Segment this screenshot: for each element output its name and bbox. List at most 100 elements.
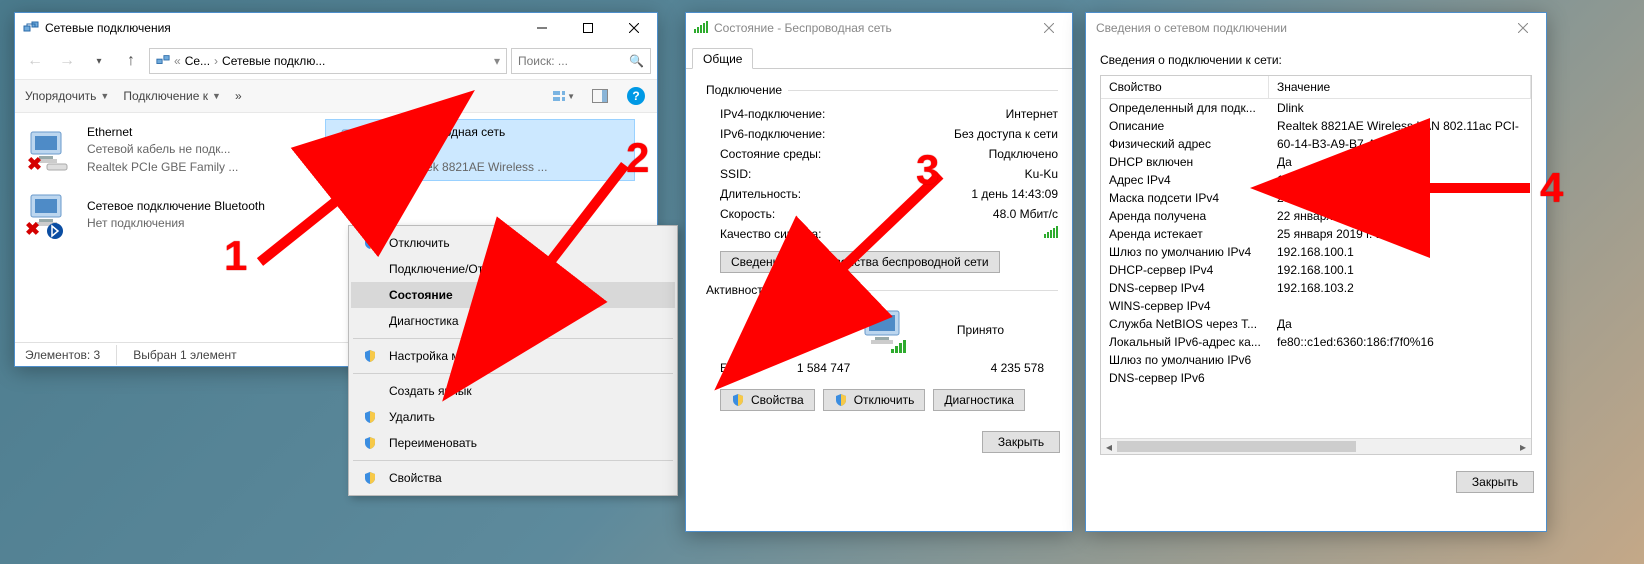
close-button[interactable] [1500,13,1546,43]
table-row[interactable]: Физический адрес60-14-B3-A9-B7-A9 [1101,135,1531,153]
help-button[interactable]: ? [625,85,647,107]
preview-pane-button[interactable] [589,85,611,107]
breadcrumb-item[interactable]: Се... [185,54,210,68]
label-ipv6: IPv6-подключение: [720,125,825,143]
cell-value: 60-14-B3-A9-B7-A9 [1269,135,1531,153]
breadcrumb-item[interactable]: Сетевые подклю... [222,54,325,68]
menu-bridge[interactable]: Настройка моста [351,343,675,369]
scroll-left-icon[interactable]: ◂ [1101,439,1117,455]
nav-recent-button[interactable]: ▾ [85,47,113,75]
tab-general[interactable]: Общие [692,48,753,69]
status-selection: Выбран 1 элемент [133,348,236,362]
address-bar-row: ← → ▾ ↑ « Се... › Сетевые подклю... ▾ По… [15,43,657,79]
cell-property: Маска подсети IPv4 [1101,189,1269,207]
window-title: Сетевые подключения [45,21,519,35]
context-menu: Отключить Подключение/Отключение Состоян… [348,225,678,496]
table-row[interactable]: Адрес IPv4192.168.100.8 [1101,171,1531,189]
titlebar[interactable]: Сведения о сетевом подключении [1086,13,1546,43]
scroll-right-icon[interactable]: ▸ [1515,439,1531,455]
window-title: Состояние - Беспроводная сеть [714,21,1026,35]
value-media: Подключено [989,145,1058,163]
label-speed: Скорость: [720,205,775,223]
organize-menu[interactable]: Упорядочить ▼ [25,89,109,103]
col-value[interactable]: Значение [1269,76,1531,98]
table-row[interactable]: Служба NetBIOS через T...Да [1101,315,1531,333]
connection-wifi[interactable]: Беспроводная сеть Ku-Ku Realtek 8821AE W… [325,119,635,181]
connection-bluetooth[interactable]: ✖ Сетевое подключение Bluetooth Нет подк… [15,187,325,243]
menu-disable[interactable]: Отключить [351,230,675,256]
menu-status[interactable]: Состояние [351,282,675,308]
table-row[interactable]: Определенный для подк...Dlink [1101,99,1531,117]
titlebar[interactable]: Сетевые подключения [15,13,657,43]
shield-icon [731,393,745,407]
details-button[interactable]: Сведения... [720,251,807,273]
address-bar[interactable]: « Се... › Сетевые подклю... ▾ [149,48,507,74]
connect-to-menu[interactable]: Подключение к ▼ [123,89,221,103]
value-ssid: Ku-Ku [1025,165,1058,183]
menu-shortcut[interactable]: Создать ярлык [351,378,675,404]
svg-text:✖: ✖ [25,219,40,239]
window-title: Сведения о сетевом подключении [1096,21,1500,35]
annotation-3: 3 [916,146,939,194]
menu-diagnose[interactable]: Диагностика [351,308,675,334]
cell-value: Dlink [1269,99,1531,117]
details-heading: Сведения о подключении к сети: [1086,43,1546,71]
table-row[interactable]: DHCP включенДа [1101,153,1531,171]
scroll-thumb[interactable] [1117,441,1356,452]
tab-strip: Общие [686,43,1072,69]
toolbar-more[interactable]: » [235,89,242,103]
cell-value: Да [1269,315,1531,333]
shield-icon [834,393,848,407]
table-row[interactable]: DNS-сервер IPv6 [1101,369,1531,387]
table-row[interactable]: Шлюз по умолчанию IPv6 [1101,351,1531,369]
table-header: Свойство Значение [1101,76,1531,99]
cell-value: fe80::c1ed:6360:186:f7f0%16 [1269,333,1531,351]
menu-delete[interactable]: Удалить [351,404,675,430]
table-row[interactable]: WINS-сервер IPv4 [1101,297,1531,315]
menu-connect[interactable]: Подключение/Отключение [351,256,675,282]
shield-icon [361,436,379,450]
table-row[interactable]: Маска подсети IPv4255.255.255.0 [1101,189,1531,207]
connection-ethernet[interactable]: ✖ Ethernet Сетевой кабель не подк... Rea… [15,119,325,181]
horizontal-scrollbar[interactable]: ◂ ▸ [1101,438,1531,454]
table-row[interactable]: Аренда истекает25 января 2019 г. 12:49:3… [1101,225,1531,243]
wireless-properties-button[interactable]: Свойства беспроводной сети [815,251,1000,273]
cell-value: 192.168.100.1 [1269,261,1531,279]
maximize-button[interactable] [565,13,611,43]
table-row[interactable]: Шлюз по умолчанию IPv4192.168.100.1 [1101,243,1531,261]
table-row[interactable]: ОписаниеRealtek 8821AE Wireless LAN 802.… [1101,117,1531,135]
connection-name: Беспроводная сеть [398,124,547,141]
view-options-button[interactable]: ▼ [553,85,575,107]
table-row[interactable]: Локальный IPv6-адрес ка...fe80::c1ed:636… [1101,333,1531,351]
table-row[interactable]: DHCP-сервер IPv4192.168.100.1 [1101,261,1531,279]
status-count: Элементов: 3 [25,348,100,362]
diagnose-button[interactable]: Диагностика [933,389,1025,411]
menu-properties[interactable]: Свойства [351,465,675,491]
table-row[interactable]: Аренда получена22 января 2019 г. 22:23:3… [1101,207,1531,225]
cell-value: 192.168.103.2 [1269,279,1531,297]
titlebar[interactable]: Состояние - Беспроводная сеть [686,13,1072,43]
cell-value: 192.168.100.1 [1269,243,1531,261]
search-input[interactable]: Поиск: ... 🔍 [511,48,651,74]
menu-rename[interactable]: Переименовать [351,430,675,456]
minimize-button[interactable] [519,13,565,43]
cell-property: Аренда истекает [1101,225,1269,243]
connection-name: Сетевое подключение Bluetooth [87,198,265,215]
label-ipv4: IPv4-подключение: [720,105,825,123]
value-speed: 48.0 Мбит/с [993,205,1058,223]
close-button[interactable] [1026,13,1072,43]
disable-button[interactable]: Отключить [823,389,926,411]
cell-value: 192.168.100.8 [1269,171,1531,189]
close-button[interactable]: Закрыть [1456,471,1534,493]
properties-button[interactable]: Свойства [720,389,815,411]
close-button[interactable]: Закрыть [982,431,1060,453]
table-row[interactable]: DNS-сервер IPv4192.168.103.2 [1101,279,1531,297]
chevron-down-icon[interactable]: ▾ [494,54,500,68]
cell-property: Шлюз по умолчанию IPv6 [1101,351,1269,369]
close-button[interactable] [611,13,657,43]
menu-separator [353,460,673,461]
nav-up-button[interactable]: ↑ [117,47,145,75]
col-property[interactable]: Свойство [1101,76,1269,98]
connection-status: Нет подключения [87,215,265,232]
nav-back-button[interactable]: ← [21,47,49,75]
